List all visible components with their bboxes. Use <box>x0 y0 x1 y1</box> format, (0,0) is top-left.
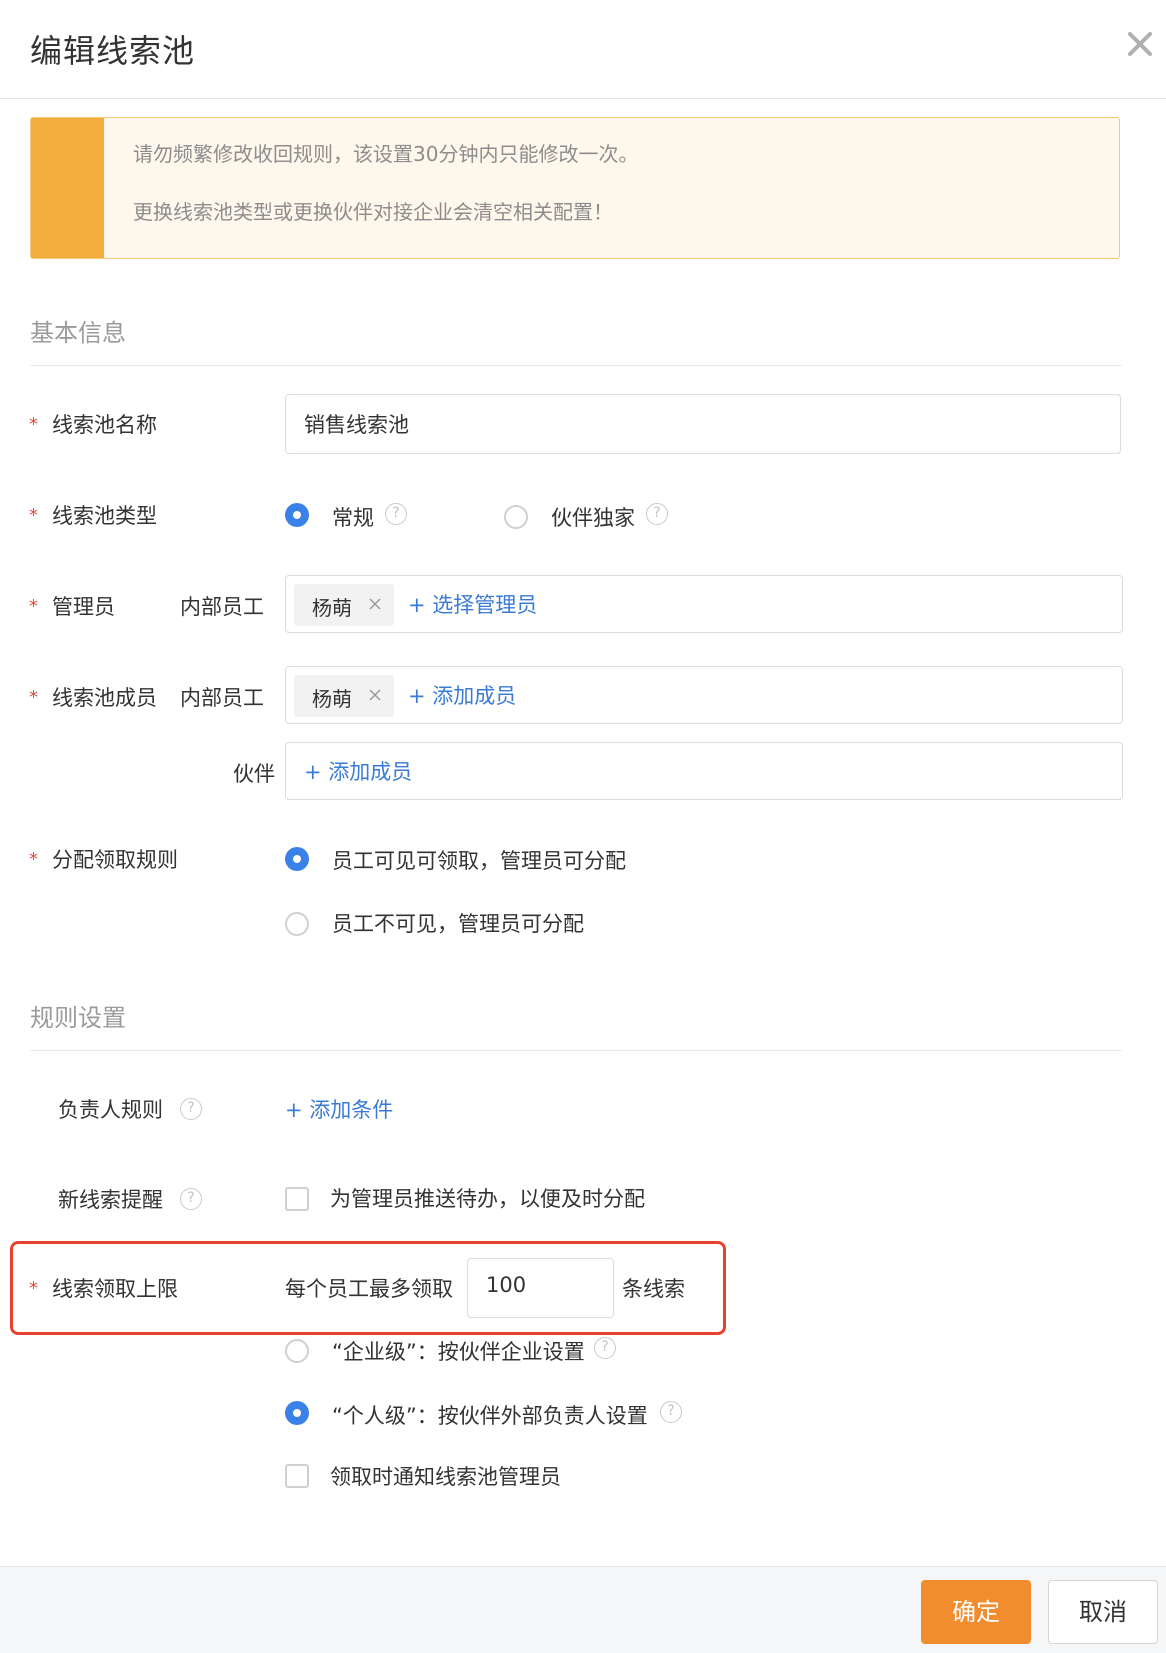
notice-line-2: 更换线索池类型或更换伙伴对接企业会清空相关配置！ <box>133 200 613 224</box>
radio-assign-visible-label: 员工可见可领取，管理员可分配 <box>332 849 626 873</box>
close-icon[interactable] <box>1124 28 1156 60</box>
claim-limit-label: 线索领取上限 <box>52 1277 178 1301</box>
radio-assign-hidden[interactable] <box>285 912 309 936</box>
new-lead-reminder-checkbox-label: 为管理员推送待办，以便及时分配 <box>330 1187 645 1211</box>
admin-selector[interactable]: 杨萌 + 选择管理员 <box>285 575 1123 633</box>
notify-admin-checkbox-label: 领取时通知线索池管理员 <box>330 1465 561 1489</box>
radio-type-partner[interactable] <box>504 505 528 529</box>
section-divider <box>30 1050 1122 1051</box>
member-tag: 杨萌 <box>294 675 394 717</box>
help-icon[interactable]: ? <box>660 1401 682 1423</box>
add-partner-member-link[interactable]: + 添加成员 <box>304 756 412 786</box>
warning-notice: 请勿频繁修改收回规则，该设置30分钟内只能修改一次。 更换线索池类型或更换伙伴对… <box>30 117 1120 259</box>
radio-type-regular-label: 常规 <box>332 506 374 530</box>
remove-tag-icon[interactable] <box>368 596 382 610</box>
help-icon[interactable]: ? <box>594 1337 616 1359</box>
admin-tag-label: 杨萌 <box>312 596 352 620</box>
radio-assign-hidden-label: 员工不可见，管理员可分配 <box>332 912 584 936</box>
radio-limit-personal[interactable] <box>285 1401 309 1425</box>
section-divider <box>30 365 1122 366</box>
member-tag-label: 杨萌 <box>312 687 352 711</box>
pool-name-value: 销售线索池 <box>304 413 409 437</box>
add-internal-member-link[interactable]: + 添加成员 <box>408 680 516 710</box>
notify-admin-checkbox[interactable] <box>285 1464 309 1488</box>
dialog-title: 编辑线索池 <box>30 32 196 70</box>
select-admin-link[interactable]: + 选择管理员 <box>408 589 537 619</box>
new-lead-reminder-checkbox[interactable] <box>285 1187 309 1211</box>
required-mark: * <box>29 414 38 435</box>
admin-label: 管理员 <box>52 595 115 619</box>
claim-limit-suffix: 条线索 <box>622 1277 685 1301</box>
owner-rule-label: 负责人规则 <box>58 1098 163 1122</box>
required-mark: * <box>29 687 38 708</box>
add-condition-link[interactable]: + 添加条件 <box>285 1094 393 1124</box>
required-mark: * <box>29 505 38 526</box>
radio-limit-enterprise-label: “企业级”：按伙伴企业设置 <box>332 1340 585 1364</box>
section-title-basic: 基本信息 <box>30 319 126 347</box>
pool-name-input[interactable]: 销售线索池 <box>285 394 1121 454</box>
notice-accent-bar <box>31 118 104 258</box>
remove-tag-icon[interactable] <box>368 687 382 701</box>
help-icon[interactable]: ? <box>646 503 668 525</box>
radio-type-partner-label: 伙伴独家 <box>551 506 635 530</box>
help-icon[interactable]: ? <box>180 1098 202 1120</box>
members-internal-sublabel: 内部员工 <box>180 686 264 710</box>
section-title-rules: 规则设置 <box>30 1004 126 1032</box>
members-partner-selector[interactable]: + 添加成员 <box>285 742 1123 800</box>
new-lead-reminder-label: 新线索提醒 <box>58 1188 163 1212</box>
dialog-header: 编辑线索池 <box>0 0 1166 99</box>
members-internal-selector[interactable]: 杨萌 + 添加成员 <box>285 666 1123 724</box>
required-mark: * <box>29 849 38 870</box>
required-mark: * <box>29 1278 38 1299</box>
radio-assign-visible[interactable] <box>285 847 309 871</box>
members-label: 线索池成员 <box>52 686 157 710</box>
claim-limit-value: 100 <box>486 1273 527 1297</box>
confirm-button[interactable]: 确定 <box>921 1580 1031 1644</box>
assign-rule-label: 分配领取规则 <box>52 848 178 872</box>
help-icon[interactable]: ? <box>180 1188 202 1210</box>
members-partner-sublabel: 伙伴 <box>233 762 275 786</box>
notice-line-1: 请勿频繁修改收回规则，该设置30分钟内只能修改一次。 <box>133 142 639 166</box>
admin-internal-sublabel: 内部员工 <box>180 595 264 619</box>
radio-type-regular[interactable] <box>285 503 309 527</box>
radio-limit-enterprise[interactable] <box>285 1339 309 1363</box>
pool-name-label: 线索池名称 <box>52 413 157 437</box>
claim-limit-input[interactable]: 100 <box>467 1258 614 1318</box>
admin-tag: 杨萌 <box>294 584 394 626</box>
cancel-button[interactable]: 取消 <box>1048 1580 1158 1644</box>
required-mark: * <box>29 596 38 617</box>
pool-type-label: 线索池类型 <box>52 504 157 528</box>
radio-limit-personal-label: “个人级”：按伙伴外部负责人设置 <box>332 1404 648 1428</box>
claim-limit-prefix: 每个员工最多领取 <box>285 1277 453 1301</box>
help-icon[interactable]: ? <box>385 503 407 525</box>
